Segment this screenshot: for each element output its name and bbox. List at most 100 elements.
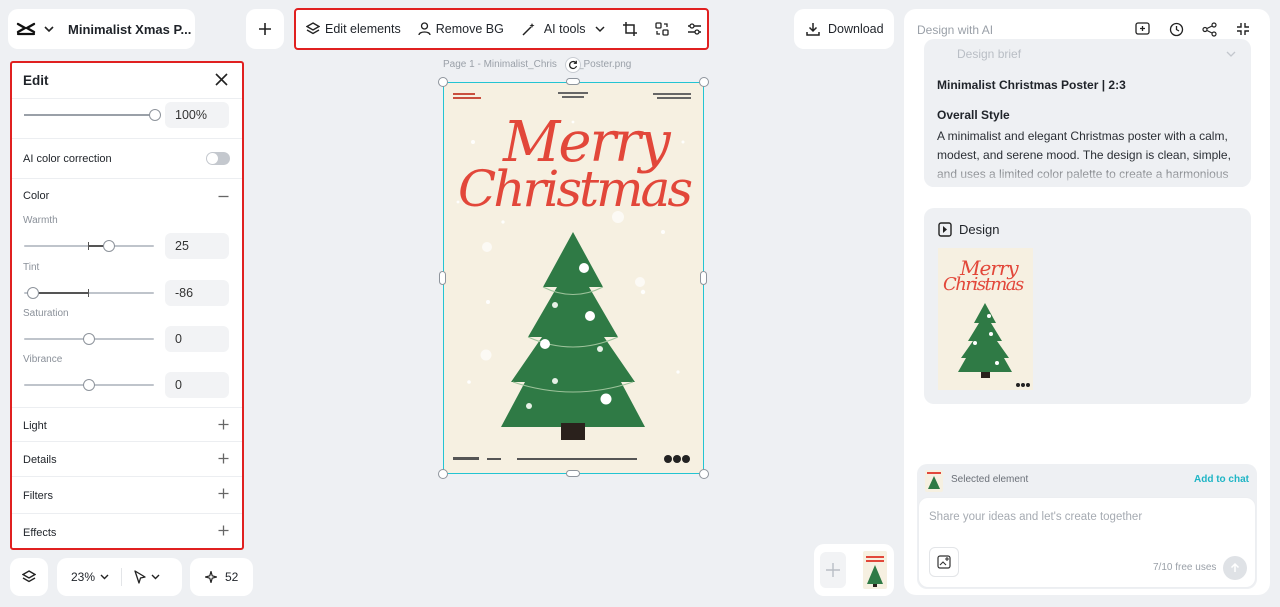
history-icon[interactable] xyxy=(1169,22,1184,37)
share-icon[interactable] xyxy=(1202,22,1217,37)
ai-tools-button[interactable]: AI tools xyxy=(521,22,605,36)
details-section-label[interactable]: Details xyxy=(23,454,57,466)
add-page-button[interactable] xyxy=(820,552,846,588)
credits-badge[interactable]: 52 xyxy=(190,558,253,596)
plus-icon xyxy=(258,22,272,36)
layers-icon xyxy=(306,22,320,36)
plus-icon xyxy=(825,562,841,578)
vibrance-slider[interactable] xyxy=(24,379,154,391)
chat-composer: Selected element Add to chat Share your … xyxy=(917,464,1257,589)
divider xyxy=(12,178,242,179)
divider xyxy=(12,513,242,514)
attach-image-button[interactable] xyxy=(929,547,959,577)
selected-element-thumbnail xyxy=(925,470,943,492)
resize-handle-bottom-left[interactable] xyxy=(438,469,448,479)
resize-handle-right[interactable] xyxy=(700,271,707,285)
edit-elements-label: Edit elements xyxy=(325,22,401,36)
color-section-label: Color xyxy=(23,190,50,202)
pointer-cursor-icon[interactable] xyxy=(134,570,146,584)
capcut-logo-icon[interactable] xyxy=(16,21,36,37)
flip-icon[interactable] xyxy=(654,22,669,36)
sparkle-icon xyxy=(205,571,217,583)
tint-value[interactable]: -86 xyxy=(165,280,229,306)
add-button[interactable] xyxy=(246,9,284,49)
resize-handle-top-left[interactable] xyxy=(438,77,448,87)
warmth-slider[interactable] xyxy=(24,240,154,252)
vibrance-value[interactable]: 0 xyxy=(165,372,229,398)
divider xyxy=(12,98,242,99)
edit-panel: Edit 100% AI color correction Color Warm… xyxy=(10,61,244,550)
saturation-value[interactable]: 0 xyxy=(165,326,229,352)
menu-chevron-down-icon[interactable] xyxy=(44,25,54,33)
saturation-slider[interactable] xyxy=(24,333,154,345)
saturation-slider-knob[interactable] xyxy=(83,333,95,345)
zoom-level[interactable]: 23% xyxy=(71,570,95,584)
divider xyxy=(121,568,123,586)
credits-count: 52 xyxy=(225,570,239,584)
send-button[interactable] xyxy=(1223,556,1247,580)
tint-slider[interactable] xyxy=(24,287,154,299)
page-tray xyxy=(814,544,894,596)
chat-input-placeholder: Share your ideas and let's create togeth… xyxy=(929,511,1143,523)
tint-fill xyxy=(33,292,89,294)
ai-color-correction-label: AI color correction xyxy=(23,153,112,165)
ai-color-correction-toggle[interactable] xyxy=(206,152,230,165)
resize-handle-left[interactable] xyxy=(439,271,446,285)
design-thumbnail[interactable]: Merry Christmas xyxy=(938,248,1033,390)
vibrance-slider-knob[interactable] xyxy=(83,379,95,391)
saturation-label: Saturation xyxy=(23,308,69,319)
layers-button[interactable] xyxy=(10,558,48,596)
resize-handle-top-right[interactable] xyxy=(699,77,709,87)
filters-section-label[interactable]: Filters xyxy=(23,490,53,502)
zoom-chevron-down-icon[interactable] xyxy=(100,574,109,580)
free-uses-count: 7/10 free uses xyxy=(1153,562,1217,573)
tint-slider-knob[interactable] xyxy=(27,287,40,299)
ai-tools-label: AI tools xyxy=(543,22,586,36)
chevron-down-icon xyxy=(594,25,605,33)
close-icon[interactable] xyxy=(215,73,228,86)
expand-plus-icon[interactable] xyxy=(218,419,229,430)
tint-label: Tint xyxy=(23,262,40,273)
project-bar: Minimalist Xmas P... xyxy=(8,9,195,49)
cursor-chevron-down-icon[interactable] xyxy=(151,574,160,580)
warmth-value[interactable]: 25 xyxy=(165,233,229,259)
download-button[interactable]: Download xyxy=(794,9,894,49)
zoom-control: 23% xyxy=(57,558,182,596)
opacity-value[interactable]: 100% xyxy=(165,102,229,128)
crop-icon[interactable] xyxy=(622,22,637,36)
panel-title: Edit xyxy=(23,73,49,88)
expand-plus-icon[interactable] xyxy=(218,488,229,499)
opacity-slider[interactable] xyxy=(24,109,161,121)
chat-input-box[interactable]: Share your ideas and let's create togeth… xyxy=(918,497,1256,588)
collapse-panel-icon[interactable] xyxy=(1236,22,1250,36)
arrow-up-icon xyxy=(1230,563,1240,573)
resize-handle-bottom[interactable] xyxy=(566,470,580,477)
collapse-minus-icon[interactable] xyxy=(218,191,229,202)
download-icon xyxy=(806,22,820,36)
adjust-sliders-icon[interactable] xyxy=(687,22,702,36)
effects-section-label[interactable]: Effects xyxy=(23,527,56,539)
remove-bg-button[interactable]: Remove BG xyxy=(418,22,504,36)
resize-handle-top[interactable] xyxy=(566,78,580,85)
divider xyxy=(12,476,242,477)
layers-icon xyxy=(22,570,36,584)
warmth-slider-knob[interactable] xyxy=(102,240,115,252)
project-title[interactable]: Minimalist Xmas P... xyxy=(68,22,191,37)
expand-plus-icon[interactable] xyxy=(218,525,229,536)
add-to-chat-link[interactable]: Add to chat xyxy=(1194,474,1249,485)
light-section-label[interactable]: Light xyxy=(23,420,47,432)
edit-elements-button[interactable]: Edit elements xyxy=(306,22,401,36)
ai-design-panel: Design with AI Design brief Minimalist C… xyxy=(904,9,1270,595)
rotate-handle-icon[interactable] xyxy=(565,57,581,73)
brief-title: Minimalist Christmas Poster | 2:3 xyxy=(937,78,1126,92)
design-result-card: Design Merry Christmas xyxy=(924,208,1251,404)
divider xyxy=(12,407,242,408)
vibrance-label: Vibrance xyxy=(23,354,63,365)
page-thumbnail[interactable] xyxy=(863,551,887,589)
brief-collapse-chevron-icon[interactable] xyxy=(1226,51,1236,57)
brief-heading: Design brief xyxy=(957,47,1022,61)
expand-plus-icon[interactable] xyxy=(218,453,229,464)
new-chat-icon[interactable] xyxy=(1135,22,1150,37)
opacity-slider-knob[interactable] xyxy=(149,109,161,121)
resize-handle-bottom-right[interactable] xyxy=(699,469,709,479)
